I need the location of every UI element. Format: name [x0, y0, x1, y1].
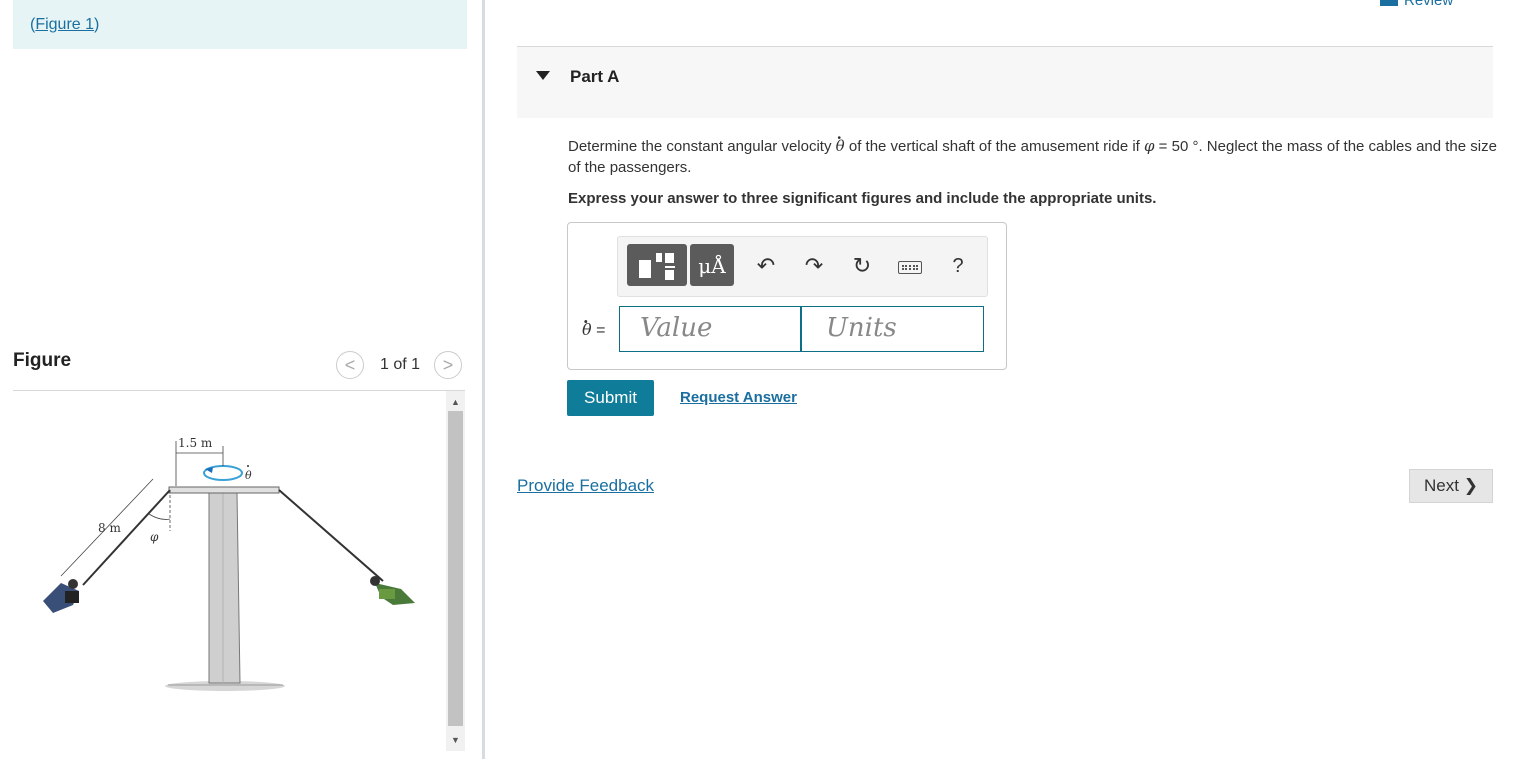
chevron-right-icon: ❯ [1463, 476, 1478, 495]
theta-dot-symbol: θ [836, 124, 845, 157]
next-figure-button[interactable]: > [434, 351, 462, 379]
part-a-header[interactable]: Part A [517, 46, 1493, 118]
cable-dim-label: 8 m [98, 521, 121, 535]
figure-image: 1.5 m θ 8 m φ [13, 391, 443, 751]
math-toolbar: μÅ ↶ ↷ ↻ ? [617, 236, 988, 297]
value-input[interactable]: Value [619, 306, 801, 352]
figure-link[interactable]: Figure 1 [35, 16, 94, 33]
amusement-ride-diagram: 1.5 m θ 8 m φ [43, 436, 415, 691]
review-link[interactable]: Review [1380, 0, 1453, 9]
review-icon [1380, 0, 1398, 7]
next-button[interactable]: Next ❯ [1409, 469, 1493, 503]
help-icon[interactable]: ? [946, 254, 970, 278]
request-answer-link[interactable]: Request Answer [680, 389, 797, 406]
top-beam [168, 486, 280, 494]
panel-splitter[interactable] [482, 0, 485, 759]
right-cable [278, 489, 384, 582]
units-input[interactable]: Units [801, 306, 984, 352]
phi-symbol: φ [1144, 137, 1155, 155]
provide-feedback-link[interactable]: Provide Feedback [517, 476, 654, 496]
answer-variable: θ = [582, 308, 605, 340]
reset-icon[interactable]: ↻ [850, 254, 874, 278]
units-button[interactable]: μÅ [690, 244, 734, 286]
phi-label: φ [150, 530, 159, 544]
theta-dot [247, 465, 249, 467]
passenger-left [43, 579, 79, 613]
redo-icon[interactable]: ↷ [802, 254, 826, 278]
theta-dot-label: θ [245, 469, 252, 482]
instructions: Express your answer to three significant… [568, 190, 1157, 207]
phi-arc [148, 513, 171, 520]
undo-icon[interactable]: ↶ [754, 254, 778, 278]
submit-button[interactable]: Submit [567, 380, 654, 416]
keyboard-icon[interactable] [898, 261, 922, 274]
answer-box: μÅ ↶ ↷ ↻ ? θ = Value Units [567, 222, 1007, 370]
part-label: Part A [570, 67, 620, 86]
template-button[interactable] [627, 244, 687, 286]
scroll-thumb[interactable] [448, 411, 463, 726]
vertical-shaft [208, 492, 241, 684]
figure-count: 1 of 1 [380, 356, 421, 373]
figure-link-box: (Figure 1) [13, 0, 467, 49]
question-text: Determine the constant angular velocity … [568, 124, 1498, 178]
figure-scrollbar[interactable]: ▲ ▼ [446, 391, 465, 751]
prev-figure-button[interactable]: < [336, 351, 364, 379]
dim-label: 1.5 m [178, 436, 213, 450]
figure-panel: (Figure 1) Figure < 1 of 1 > 1.5 m θ 8 m… [0, 0, 482, 759]
figure-title: Figure [13, 350, 72, 371]
scroll-down-icon[interactable]: ▼ [446, 731, 465, 749]
scroll-up-icon[interactable]: ▲ [446, 393, 465, 411]
passenger-right [370, 576, 415, 605]
collapse-triangle-icon[interactable] [536, 71, 550, 80]
